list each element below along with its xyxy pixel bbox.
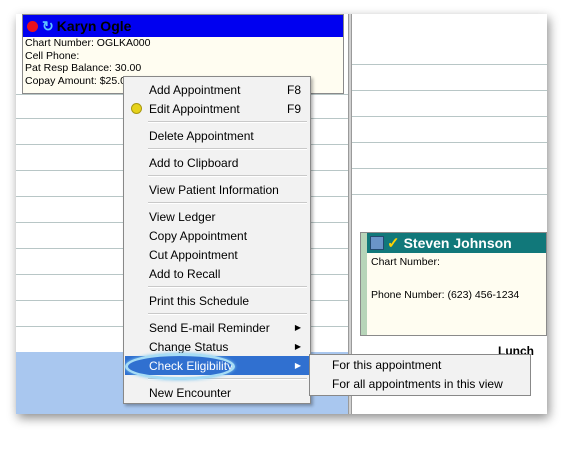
patient-name: Steven Johnson (403, 235, 512, 251)
insurance-card-icon (370, 236, 384, 250)
submenu-arrow-icon: ▶ (294, 361, 301, 370)
check-eligibility-submenu: For this appointment For all appointment… (309, 354, 531, 396)
menu-item-delete-appointment[interactable]: Delete Appointment (125, 126, 309, 145)
appointment-title-bar: ✓ Steven Johnson (367, 233, 546, 253)
menu-item-change-status[interactable]: Change Status ▶ (125, 337, 309, 356)
appointment-status-bar (361, 233, 367, 335)
phone-number: Phone Number: (623) 456-1234 (371, 289, 520, 301)
sync-icon: ↻ (42, 17, 54, 34)
menu-item-copy-appointment[interactable]: Copy Appointment (125, 226, 309, 245)
menu-item-add-to-clipboard[interactable]: Add to Clipboard (125, 153, 309, 172)
submenu-item-for-this-appointment[interactable]: For this appointment (332, 358, 441, 372)
menu-separator (148, 175, 307, 177)
menu-separator (148, 286, 307, 288)
menu-item-add-to-recall[interactable]: Add to Recall (125, 264, 309, 283)
pat-resp-balance: Pat Resp Balance: 30.00 (25, 62, 142, 74)
menu-item-new-encounter[interactable]: New Encounter (125, 383, 309, 402)
menu-separator (148, 121, 307, 123)
appointment-card-steven-johnson[interactable]: ✓ Steven Johnson Chart Number: Phone Num… (360, 232, 547, 336)
cell-phone: Cell Phone: (25, 49, 80, 62)
menu-item-cut-appointment[interactable]: Cut Appointment (125, 245, 309, 264)
submenu-arrow-icon: ▶ (294, 342, 301, 351)
menu-separator (148, 313, 307, 315)
red-dot-icon (27, 20, 38, 32)
menu-item-add-appointment[interactable]: Add Appointment F8 (125, 80, 309, 99)
patient-name: Karyn Ogle (56, 18, 132, 34)
menu-item-view-patient-information[interactable]: View Patient Information (125, 180, 309, 199)
menu-item-edit-appointment[interactable]: Edit Appointment F9 (125, 99, 309, 118)
menu-item-view-ledger[interactable]: View Ledger (125, 207, 309, 226)
appointment-title-bar: ↻ Karyn Ogle (23, 15, 343, 37)
menu-separator (148, 202, 307, 204)
annotation-highlight-oval (125, 353, 235, 380)
submenu-item-for-all-appointments[interactable]: For all appointments in this view (332, 377, 503, 391)
submenu-arrow-icon: ▶ (294, 323, 301, 332)
menu-item-print-this-schedule[interactable]: Print this Schedule (125, 291, 309, 310)
yellow-dot-icon (131, 103, 142, 114)
chart-number: Chart Number: OGLKA000 (25, 37, 151, 49)
eligibility-check-icon: ✓ (387, 235, 400, 252)
chart-number: Chart Number: (371, 256, 440, 268)
menu-separator (148, 148, 307, 150)
menu-item-send-email-reminder[interactable]: Send E-mail Reminder ▶ (125, 318, 309, 337)
